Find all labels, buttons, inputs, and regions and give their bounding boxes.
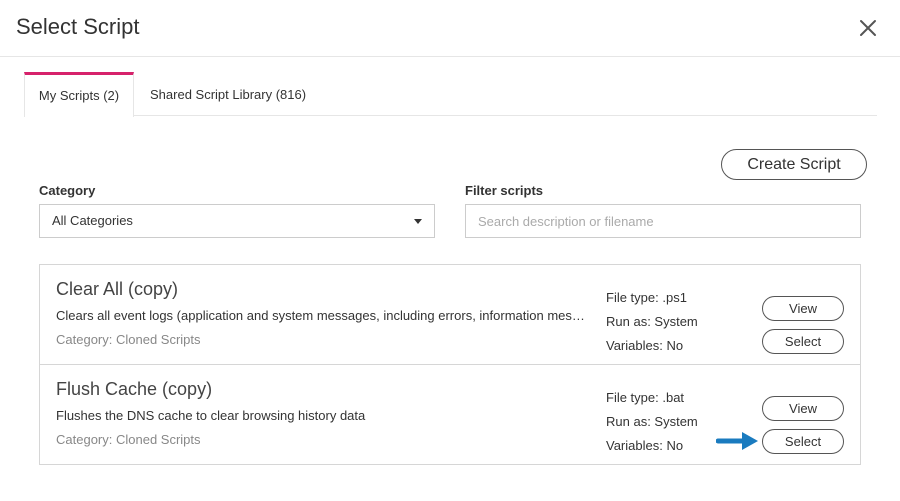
dialog-title: Select Script xyxy=(16,14,140,39)
category-select-value: All Categories xyxy=(52,213,133,228)
script-name: Clear All (copy) xyxy=(56,279,179,299)
script-variables: Variables: No xyxy=(606,438,684,453)
filter-scripts-input[interactable] xyxy=(465,204,861,238)
script-run-as: Run as: System xyxy=(606,414,698,429)
filter-scripts-label: Filter scripts xyxy=(465,183,544,198)
close-icon[interactable] xyxy=(856,16,880,40)
create-script-button[interactable]: Create Script xyxy=(721,149,867,180)
arrow-right-icon xyxy=(715,430,760,452)
view-button[interactable]: View xyxy=(762,396,844,421)
view-button[interactable]: View xyxy=(762,296,844,321)
tab-shared-script-library[interactable]: Shared Script Library (816) xyxy=(150,72,306,116)
script-row: Clear All (copy) Clears all event logs (… xyxy=(40,265,860,365)
select-button[interactable]: Select xyxy=(762,429,844,454)
script-file-type: File type: .bat xyxy=(606,390,685,405)
select-button[interactable]: Select xyxy=(762,329,844,354)
script-description: Flushes the DNS cache to clear browsing … xyxy=(56,408,366,423)
script-name: Flush Cache (copy) xyxy=(56,379,213,399)
script-description: Clears all event logs (application and s… xyxy=(56,308,591,323)
chevron-down-icon xyxy=(414,219,422,224)
script-file-type: File type: .ps1 xyxy=(606,290,687,305)
category-label: Category xyxy=(39,183,96,198)
tab-bar: My Scripts (2) Shared Script Library (81… xyxy=(24,72,877,117)
script-category: Category: Cloned Scripts xyxy=(56,332,201,347)
script-variables: Variables: No xyxy=(606,338,684,353)
script-category: Category: Cloned Scripts xyxy=(56,432,201,447)
tab-my-scripts[interactable]: My Scripts (2) xyxy=(24,72,134,117)
category-select[interactable]: All Categories xyxy=(39,204,435,238)
script-run-as: Run as: System xyxy=(606,314,698,329)
dialog-header: Select Script xyxy=(0,0,900,57)
